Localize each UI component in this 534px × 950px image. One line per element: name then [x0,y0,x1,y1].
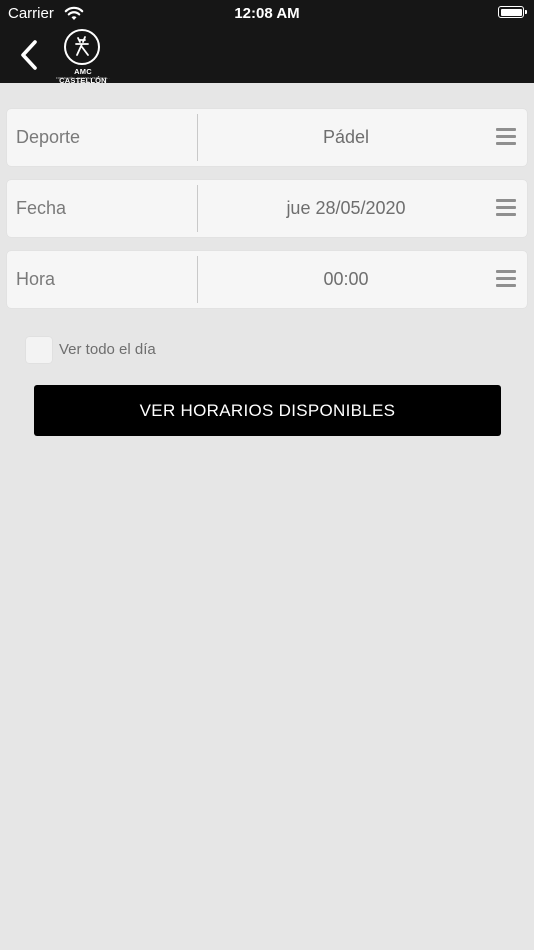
fecha-value[interactable]: jue 28/05/2020 [198,180,494,237]
clock: 12:08 AM [234,5,300,22]
form-row-deporte[interactable]: Deporte Pádel [7,109,527,166]
logo-subtitle: FORMACIÓN · DEFENSA PERSONAL · FITNESS [56,76,110,84]
hamburger-icon[interactable] [496,270,516,288]
fecha-label: Fecha [16,198,67,218]
hamburger-icon[interactable] [496,128,516,146]
form-row-hora[interactable]: Hora 00:00 [7,251,527,308]
logo-emblem [64,29,100,65]
form-row-fecha[interactable]: Fecha jue 28/05/2020 [7,180,527,237]
status-bar: Carrier 12:08 AM [0,0,534,28]
deporte-value[interactable]: Pádel [198,109,494,166]
deporte-label: Deporte [16,127,81,147]
chevron-left-icon[interactable] [16,38,44,72]
ver-todo-dia-checkbox[interactable] [26,337,52,363]
ver-todo-dia-label[interactable]: Ver todo el día [59,341,156,358]
amc-logo-icon: AMC CASTELLÓN FORMACIÓN · DEFENSA PERSON… [52,29,114,85]
battery-icon [498,6,527,18]
top-bar: Carrier 12:08 AM AMC CASTELLÓN FORMACIÓN… [0,0,534,85]
hora-label: Hora [16,269,56,289]
hora-value[interactable]: 00:00 [198,251,494,308]
ver-horarios-button[interactable]: VER HORARIOS DISPONIBLES [34,385,501,436]
hamburger-icon[interactable] [496,199,516,217]
